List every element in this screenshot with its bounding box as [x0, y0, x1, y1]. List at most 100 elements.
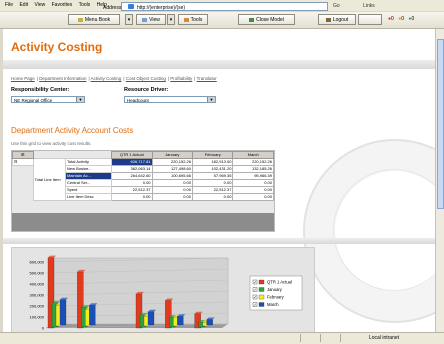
col-header[interactable]: March [232, 151, 274, 159]
status-indicators: ●0 ●0 ●0 [388, 15, 414, 24]
logout-icon [325, 17, 331, 22]
go-button[interactable]: Go [333, 1, 340, 12]
grid-cell[interactable]: 57,969.35 [191, 172, 234, 180]
nav-department[interactable]: Department Information [39, 76, 86, 81]
grid-cell[interactable]: 0.00 [110, 193, 153, 201]
bar [147, 311, 155, 326]
grid-cell[interactable]: 95,966.39 [232, 172, 274, 180]
y-tick-label: 400,000 [30, 282, 45, 287]
grid-cell[interactable]: 127,498.60 [151, 165, 194, 173]
legend-swatch [258, 279, 265, 285]
view-icon [142, 17, 148, 22]
breadcrumb-nav: Home Page | Department Information | Activ… [11, 76, 217, 81]
y-tick-label: 300,000 [30, 293, 45, 298]
grid-cell[interactable]: 626,717.81 [110, 158, 153, 166]
app-toolbar: Menu Book ▾ View ▾ Tools Close Model Log… [0, 12, 444, 29]
grid-cell[interactable]: 102,431.20 [191, 165, 234, 173]
links-label[interactable]: Links [363, 1, 375, 12]
close-model-button[interactable]: Close Model [238, 14, 295, 25]
nav-translator[interactable]: Translator [197, 76, 217, 81]
grid-cell[interactable]: 362,063.14 [110, 165, 153, 173]
scrollbar-thumb[interactable] [437, 39, 444, 209]
address-tools: Go Links [328, 1, 375, 12]
cost-grid: ⊞ QTR 1 Actual January February March ⊟ … [12, 151, 274, 201]
col-header[interactable]: February [191, 151, 234, 159]
view-dropdown[interactable]: ▾ [167, 14, 175, 25]
row-label[interactable]: Spent [64, 186, 112, 194]
grid-cell[interactable]: 182,913.00 [191, 158, 234, 166]
menu-favorites[interactable]: Favorites [52, 0, 73, 11]
grid-cell[interactable]: 220,152.26 [232, 158, 274, 166]
driver-select[interactable]: Headcount ▼ [124, 96, 216, 103]
row-group-label: Total Line Item [32, 158, 66, 201]
menu-edit[interactable]: Edit [19, 0, 28, 11]
nav-activity-costing[interactable]: Activity Costing [91, 76, 122, 81]
grid-cell[interactable]: 132,185.26 [232, 165, 274, 173]
row-label[interactable]: Central Ser... [64, 179, 112, 187]
title-divider [3, 60, 435, 69]
cost-grid-container[interactable]: ⊞ QTR 1 Actual January February March ⊟ … [11, 150, 275, 232]
menu-book-dropdown[interactable]: ▾ [125, 14, 133, 25]
chart-panel: 0 100,000 200,000 300,000 400,000 500,000 600,… [11, 247, 315, 332]
grid-cell[interactable]: 0.00 [232, 179, 274, 187]
nav-cost-object[interactable]: Cost Object Costing [126, 76, 166, 81]
address-bar[interactable]: Address http://(enterprise)/(se) [103, 2, 328, 11]
responsibility-value: NE Regional Office [14, 98, 53, 103]
ie-page-icon [128, 4, 134, 9]
row-label[interactable]: Maintain Ac... [64, 172, 112, 180]
bar-top [48, 255, 56, 258]
menu-view[interactable]: View [34, 0, 45, 11]
nav-profitability[interactable]: Profitability [170, 76, 192, 81]
grid-cell[interactable]: 0.00 [191, 179, 234, 187]
vertical-scrollbar[interactable] [435, 29, 444, 332]
col-header[interactable]: January [151, 151, 194, 159]
logout-label: Logout [332, 17, 349, 23]
view-label: View [149, 17, 160, 23]
logout-button[interactable]: Logout [318, 14, 356, 25]
row-label[interactable]: Total Activity [64, 158, 112, 166]
grid-cell[interactable]: 220,152.26 [151, 158, 194, 166]
grid-cell[interactable]: 0.00 [191, 193, 234, 201]
col-header[interactable]: QTR 1 Actual [110, 151, 153, 159]
close-model-label: Close Model [256, 17, 284, 23]
zone-label: Local intranet [369, 335, 400, 341]
bar [59, 299, 67, 326]
legend-label: March [267, 302, 279, 307]
y-tick-label: 200,000 [30, 304, 45, 309]
grid-cell[interactable]: 0.00 [151, 193, 194, 201]
menu-book-button[interactable]: Menu Book [68, 14, 120, 25]
legend-label: QTR 1 Actual [267, 280, 292, 285]
grid-cell[interactable]: 22,512.37 [191, 186, 234, 194]
grid-cell[interactable]: 0.00 [232, 193, 274, 201]
menu-tools[interactable]: Tools [79, 0, 91, 11]
legend-label: February [267, 295, 285, 300]
grid-cell[interactable]: 0.00 [151, 179, 194, 187]
nav-home[interactable]: Home Page [11, 76, 35, 81]
view-button[interactable]: View [136, 14, 166, 25]
expand-icon[interactable]: ⊟ [12, 158, 34, 166]
legend-label: January [267, 287, 283, 292]
check-icon: ✓ [254, 302, 257, 307]
grid-cell[interactable]: 0.00 [232, 186, 274, 194]
row-label[interactable]: New Busine... [64, 165, 112, 173]
close-model-icon [249, 17, 255, 22]
grid-cell[interactable]: 264,642.60 [110, 172, 153, 180]
grid-cell[interactable]: 22,512.37 [110, 186, 153, 194]
y-tick-label: 500,000 [30, 271, 45, 276]
responsibility-select[interactable]: NE Regional Office ▼ [11, 96, 85, 103]
warning-count: 0 [401, 16, 405, 22]
chevron-down-icon: ▼ [76, 97, 84, 102]
tools-button[interactable]: Tools [178, 14, 208, 25]
grid-cell[interactable]: 100,695.66 [151, 172, 194, 180]
menu-file[interactable]: File [5, 0, 13, 11]
grid-cell[interactable]: 0.00 [151, 186, 194, 194]
row-label[interactable]: Line Item Desc [64, 193, 112, 201]
grid-corner: ⊞ [12, 151, 34, 159]
grid-cell[interactable]: 0.00 [110, 179, 153, 187]
driver-label: Resource Driver: [124, 87, 169, 93]
book-icon [77, 17, 83, 22]
bar [206, 319, 213, 326]
disabled-button [358, 14, 382, 25]
page-title: Activity Costing [11, 40, 103, 54]
bar [177, 316, 184, 326]
